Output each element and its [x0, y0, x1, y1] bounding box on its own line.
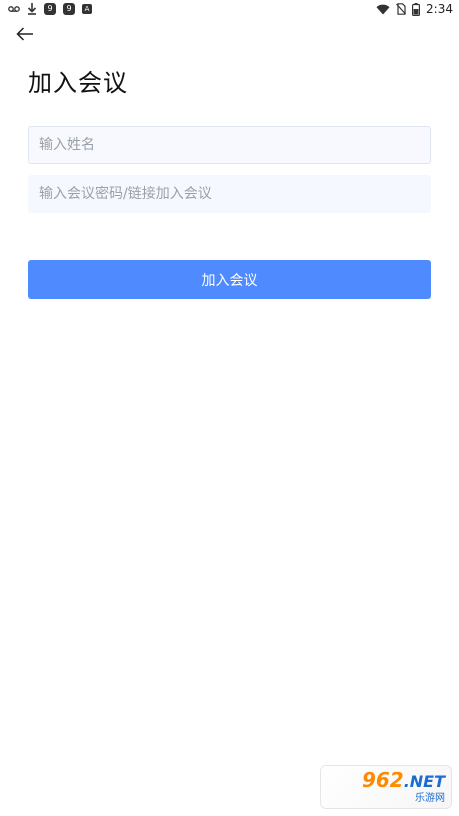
watermark-domain: .NET [403, 771, 445, 791]
status-time: 2:34 [426, 2, 453, 16]
watermark-number: 962 [361, 767, 404, 792]
battery-icon [412, 2, 421, 16]
voicemail-icon [8, 5, 20, 13]
app-badge-icon: A [82, 4, 92, 14]
app-badge-icon: 9 [63, 3, 75, 15]
back-button[interactable] [14, 23, 36, 45]
status-bar: 9 9 A 2:34 [0, 0, 459, 20]
wifi-icon [376, 4, 390, 15]
meeting-password-input[interactable] [28, 175, 431, 213]
app-badge-icon: 9 [44, 3, 56, 15]
page-title: 加入会议 [28, 69, 128, 97]
site-watermark: 962.NET 乐游网 [321, 766, 451, 808]
join-meeting-button-label: 加入会议 [201, 272, 258, 289]
join-meeting-screen: 9 9 A 2:34 加入会议 输入姓名 输入会议密码/链接加入会议 加入会议 … [0, 0, 459, 816]
name-input[interactable] [28, 126, 431, 164]
status-notifications: 9 9 A [8, 3, 92, 15]
download-icon [27, 3, 37, 15]
no-sim-icon [396, 3, 406, 15]
status-system: 2:34 [376, 2, 453, 16]
arrow-left-icon [16, 27, 33, 41]
join-meeting-button[interactable]: 加入会议 [28, 260, 431, 299]
watermark-subtitle: 乐游网 [415, 792, 445, 804]
